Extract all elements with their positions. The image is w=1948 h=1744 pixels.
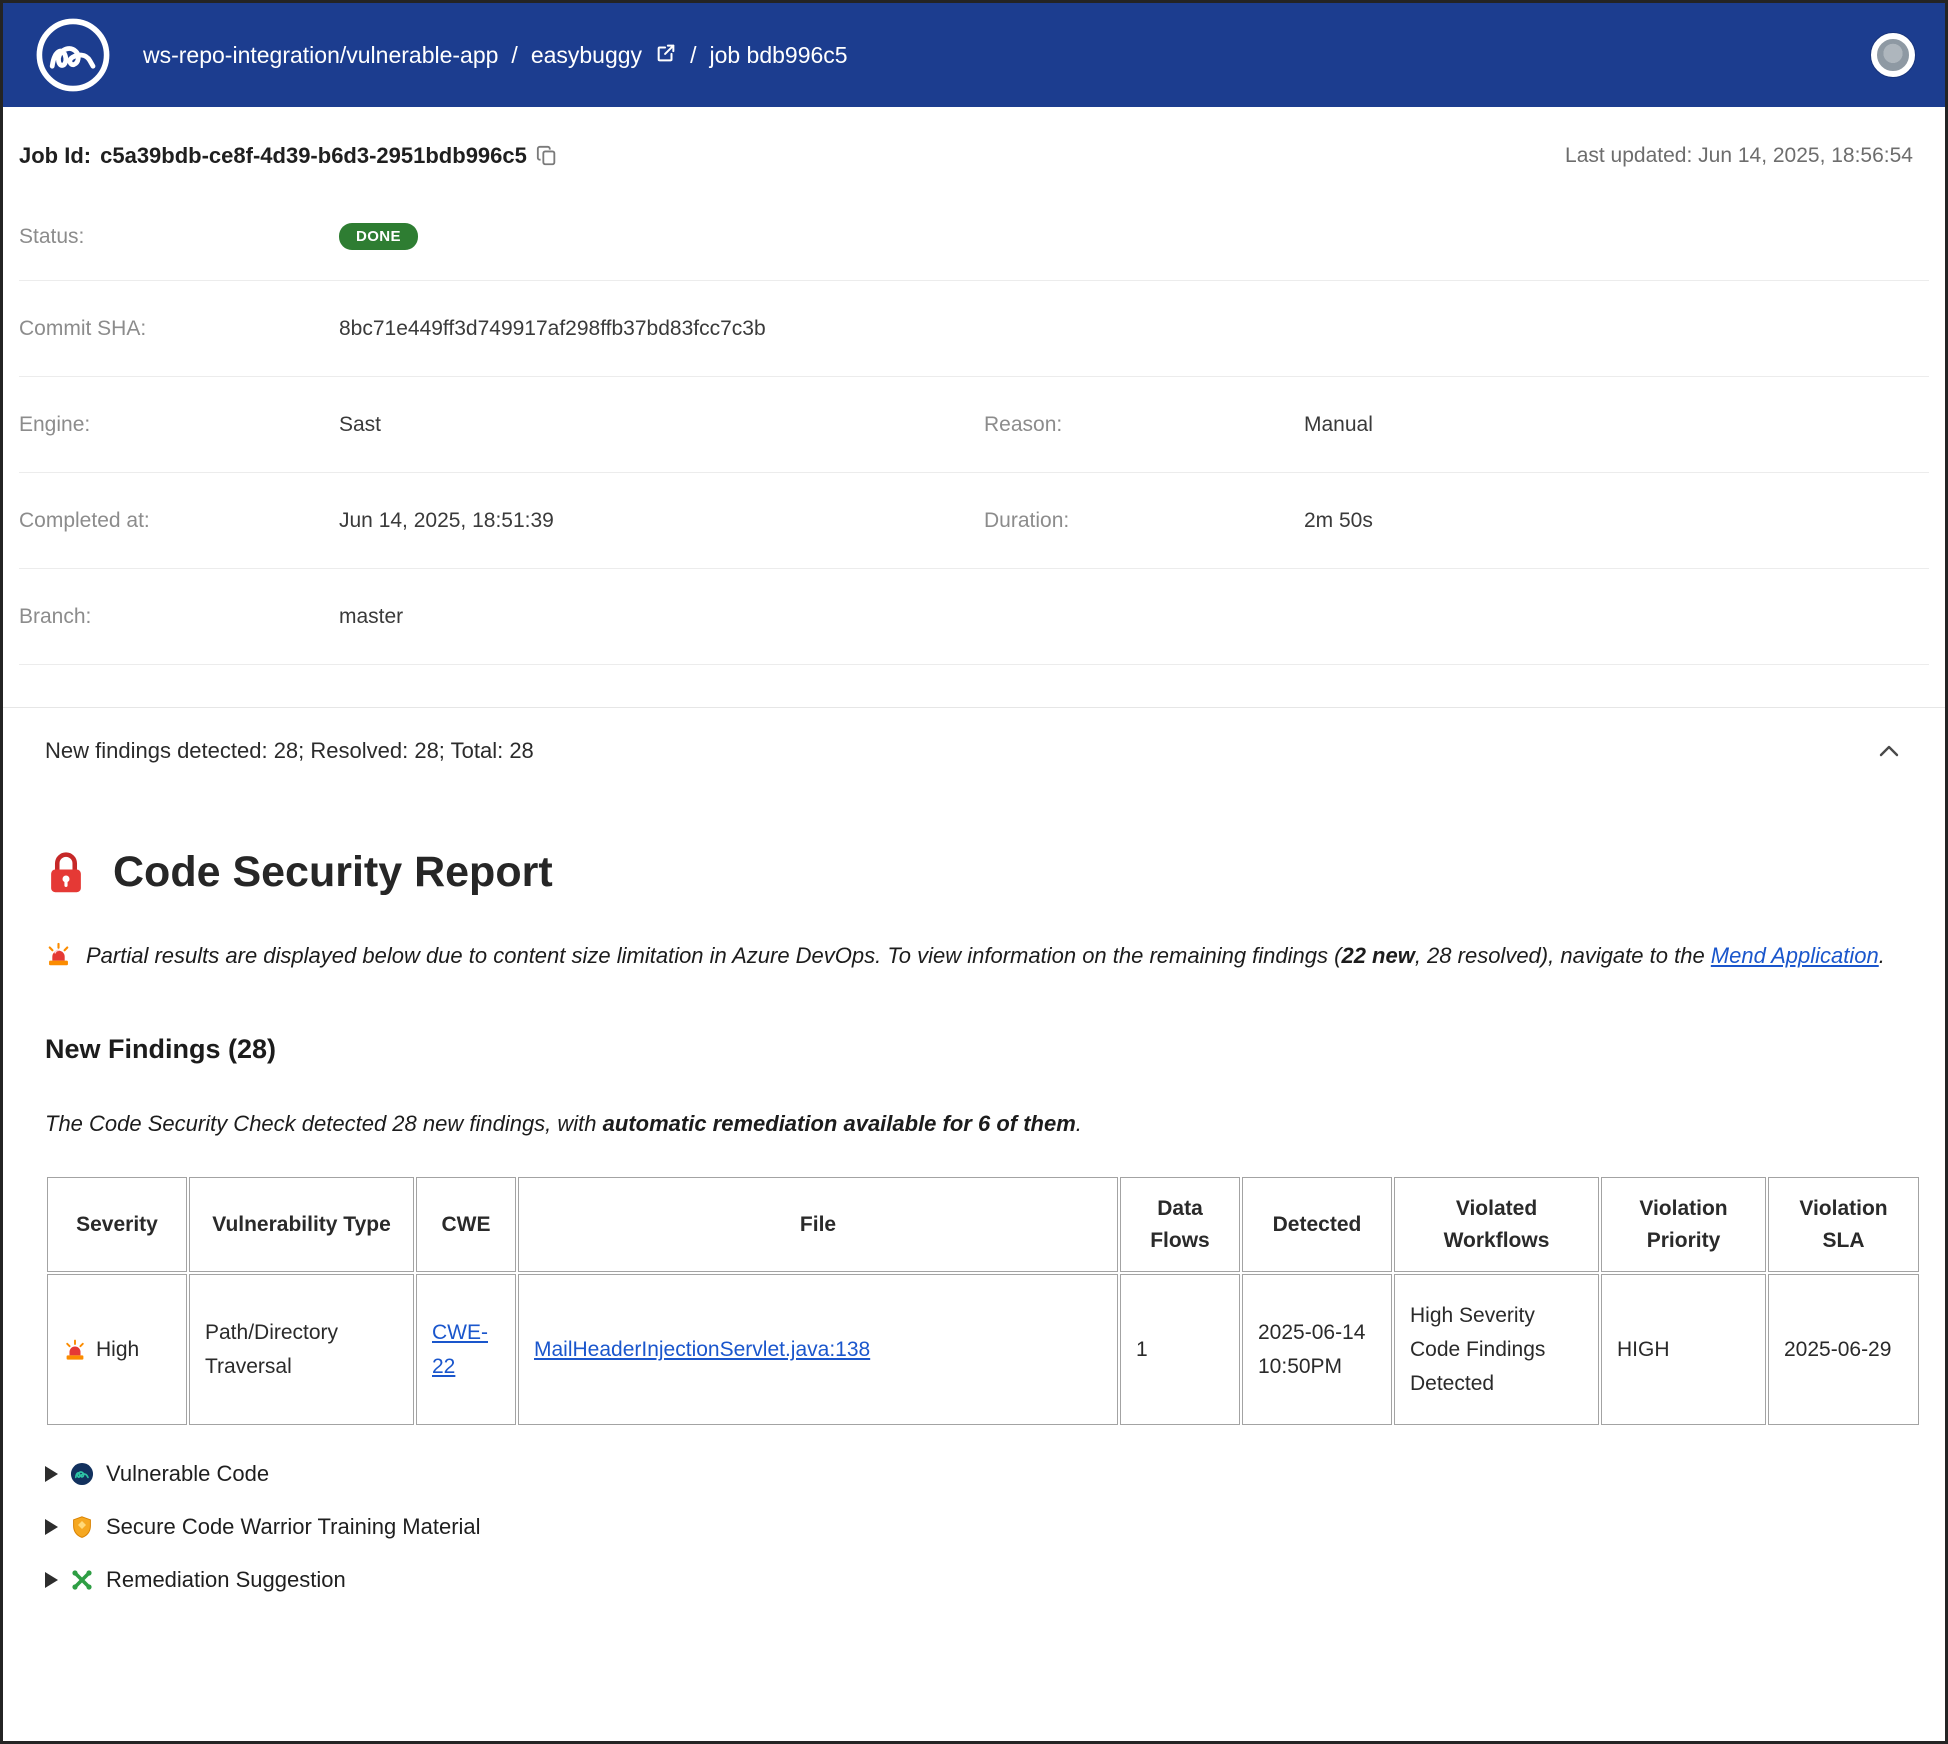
column-header-data-flows: Data Flows [1120,1177,1240,1272]
column-header-violation-priority: Violation Priority [1601,1177,1766,1272]
report-title: Code Security Report [45,848,1903,897]
findings-summary-text: New findings detected: 28; Resolved: 28;… [45,738,534,764]
status-label: Status: [19,225,339,249]
new-findings-heading: New Findings (28) [45,1034,1903,1065]
notice-text-3: . [1879,943,1885,968]
file-cell: MailHeaderInjectionServlet.java:138 [518,1274,1118,1425]
expand-triangle-icon [45,1572,58,1588]
notice-text-1: Partial results are displayed below due … [86,943,1341,968]
page: ws-repo-integration/vulnerable-app / eas… [3,3,1945,1619]
completed-at-label: Completed at: [19,509,339,533]
table-header-row: Severity Vulnerability Type CWE File Dat… [47,1177,1919,1272]
commit-sha-value: 8bc71e449ff3d749917af298ffb37bd83fcc7c3b [339,317,984,341]
violated-workflows-cell: High Severity Code Findings Detected [1394,1274,1599,1425]
job-id-row: Job Id: c5a39bdb-ce8f-4d39-b6d3-2951bdb9… [19,107,1929,193]
partial-results-notice: Partial results are displayed below due … [45,937,1903,974]
collapse-section-button[interactable] [1875,740,1903,762]
column-header-cwe: CWE [416,1177,516,1272]
code-security-report: Code Security Report Partial results are… [3,848,1945,1619]
expander-label: Vulnerable Code [106,1461,269,1487]
chevron-up-icon [1879,744,1899,758]
copy-icon [536,145,558,167]
high-severity-siren-icon [63,1338,87,1362]
mend-application-link[interactable]: Mend Application [1711,943,1879,968]
violation-sla-cell: 2025-06-29 [1768,1274,1919,1425]
job-id: Job Id: c5a39bdb-ce8f-4d39-b6d3-2951bdb9… [19,143,558,169]
engine-value: Sast [339,413,984,437]
expand-triangle-icon [45,1466,58,1482]
report-title-text: Code Security Report [113,848,553,897]
column-header-file: File [518,1177,1118,1272]
branch-value: master [339,605,984,629]
shield-icon [70,1515,94,1539]
mend-logo-icon [70,1462,94,1486]
expander-vulnerable-code[interactable]: Vulnerable Code [45,1461,1903,1487]
branch-label: Branch: [19,605,339,629]
detected-summary: The Code Security Check detected 28 new … [45,1111,1903,1137]
reason-label: Reason: [984,413,1304,437]
expand-triangle-icon [45,1519,58,1535]
detected-summary-bold: automatic remediation available for 6 of… [603,1111,1076,1136]
findings-summary-bar[interactable]: New findings detected: 28; Resolved: 28;… [3,707,1945,790]
cwe-link[interactable]: CWE-22 [432,1321,488,1378]
breadcrumb-separator: / [690,42,696,69]
breadcrumb-separator: / [511,42,517,69]
cwe-cell: CWE-22 [416,1274,516,1425]
finding-detail-expanders: Vulnerable Code Secure Code Warrior Trai… [45,1461,1903,1619]
column-header-detected: Detected [1242,1177,1392,1272]
violation-priority-cell: HIGH [1601,1274,1766,1425]
duration-label: Duration: [984,509,1304,533]
user-avatar[interactable] [1871,33,1915,77]
reason-value: Manual [1304,413,1929,437]
engine-row: Engine: Sast Reason: Manual [19,377,1929,473]
expander-label: Secure Code Warrior Training Material [106,1514,481,1540]
breadcrumb: ws-repo-integration/vulnerable-app / eas… [143,42,848,69]
completed-row: Completed at: Jun 14, 2025, 18:51:39 Dur… [19,473,1929,569]
table-row: High Path/Directory Traversal CWE-22 Mai… [47,1274,1919,1425]
top-navigation-bar: ws-repo-integration/vulnerable-app / eas… [3,3,1945,107]
detected-cell: 2025-06-14 10:50PM [1242,1274,1392,1425]
tools-icon [70,1568,94,1592]
notice-text-2: , 28 resolved), navigate to the [1415,943,1711,968]
findings-table: Severity Vulnerability Type CWE File Dat… [45,1175,1921,1427]
completed-at-value: Jun 14, 2025, 18:51:39 [339,509,984,533]
breadcrumb-project[interactable]: easybuggy [531,42,642,69]
expander-label: Remediation Suggestion [106,1567,346,1593]
severity-cell: High [47,1274,187,1425]
column-header-violation-sla: Violation SLA [1768,1177,1919,1272]
vulnerability-type-cell: Path/Directory Traversal [189,1274,414,1425]
branch-row: Branch: master [19,569,1929,665]
column-header-severity: Severity [47,1177,187,1272]
data-flows-cell: 1 [1120,1274,1240,1425]
engine-label: Engine: [19,413,339,437]
detected-summary-text-1: The Code Security Check detected 28 new … [45,1111,603,1136]
alert-siren-icon [45,941,72,968]
mend-logo-icon[interactable] [33,15,113,95]
job-id-label: Job Id: [19,143,91,169]
column-header-violated-workflows: Violated Workflows [1394,1177,1599,1272]
job-id-value: c5a39bdb-ce8f-4d39-b6d3-2951bdb996c5 [100,143,527,169]
notice-bold: 22 new [1341,943,1414,968]
external-link-icon[interactable] [655,46,677,64]
commit-sha-label: Commit SHA: [19,317,339,341]
status-row: Status: DONE [19,193,1929,281]
expander-remediation-suggestion[interactable]: Remediation Suggestion [45,1567,1903,1593]
expander-training-material[interactable]: Secure Code Warrior Training Material [45,1514,1903,1540]
file-link[interactable]: MailHeaderInjectionServlet.java:138 [534,1338,870,1361]
last-updated: Last updated: Jun 14, 2025, 18:56:54 [1565,144,1929,168]
commit-row: Commit SHA: 8bc71e449ff3d749917af298ffb3… [19,281,1929,377]
severity-value: High [96,1333,139,1367]
breadcrumb-repo[interactable]: ws-repo-integration/vulnerable-app [143,42,498,69]
lock-icon [45,850,87,896]
breadcrumb-job: job bdb996c5 [709,42,847,69]
status-badge: DONE [339,223,418,250]
job-details-section: Job Id: c5a39bdb-ce8f-4d39-b6d3-2951bdb9… [3,107,1945,665]
duration-value: 2m 50s [1304,509,1929,533]
copy-job-id-button[interactable] [536,145,558,167]
column-header-vulnerability-type: Vulnerability Type [189,1177,414,1272]
detected-summary-text-2: . [1076,1111,1082,1136]
